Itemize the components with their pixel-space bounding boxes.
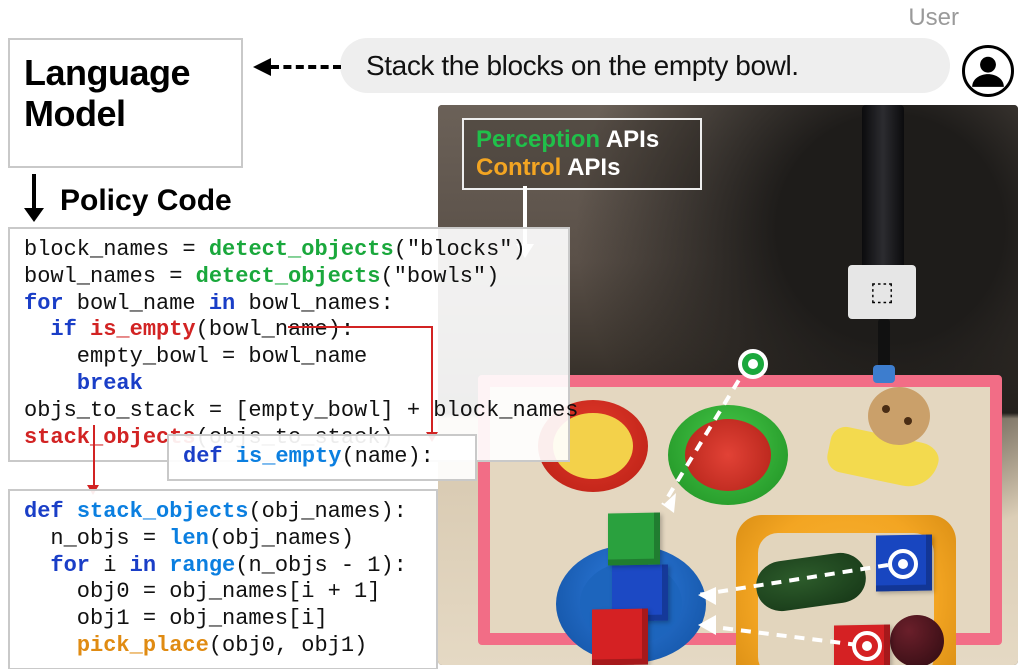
target-marker-blue	[888, 549, 918, 579]
stack-objects-def-code: def stack_objects(obj_names): n_objs = l…	[8, 489, 438, 669]
is-empty-def-code: def is_empty(name):	[167, 434, 477, 481]
control-label: Control	[476, 154, 561, 181]
user-instruction-text: Stack the blocks on the empty bowl.	[366, 50, 799, 82]
perception-label: Perception	[476, 126, 600, 153]
target-marker-green	[738, 349, 768, 379]
user-avatar-icon	[962, 45, 1014, 97]
apis-suffix-2: APIs	[567, 154, 620, 181]
arrow-lm-to-policy	[28, 174, 40, 220]
apis-suffix-1: APIs	[606, 126, 659, 153]
arrow-user-to-lm	[253, 62, 339, 72]
user-instruction-bubble: Stack the blocks on the empty bowl.	[340, 38, 950, 93]
user-label: User	[908, 4, 959, 32]
language-model-title: LanguageModel	[24, 52, 190, 135]
arrow-to-stack-objects-def	[90, 425, 100, 491]
target-marker-red	[852, 631, 882, 661]
arrow-to-is-empty-def	[288, 326, 433, 438]
api-legend-box: Perception APIs Control APIs	[462, 118, 702, 190]
language-model-box: LanguageModel	[8, 38, 243, 168]
policy-code-label: Policy Code	[60, 184, 232, 218]
